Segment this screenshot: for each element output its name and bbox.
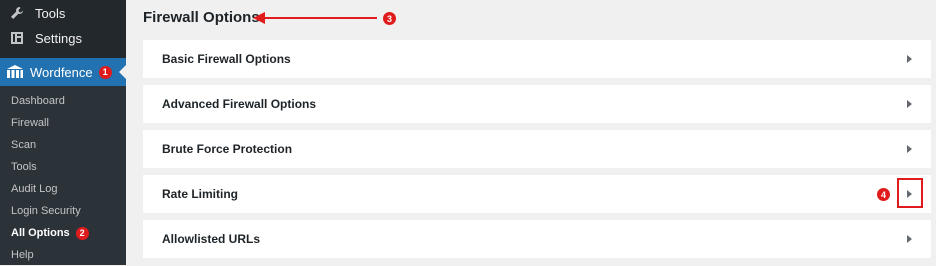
submenu-audit-log[interactable]: Audit Log [0, 178, 126, 200]
sidebar-item-label: Settings [35, 30, 82, 46]
panel-title: Brute Force Protection [162, 142, 293, 156]
sidebar-item-label: Wordfence [30, 64, 93, 80]
sidebar-item-wordfence[interactable]: Wordfence 1 [0, 58, 126, 86]
submenu-dashboard[interactable]: Dashboard [0, 90, 126, 112]
submenu-login-security[interactable]: Login Security [0, 200, 126, 222]
admin-sidebar: Tools Settings Wordfence 1 Dashboard Fir… [0, 0, 126, 265]
submenu-label: Audit Log [11, 183, 58, 195]
annotation-badge: 2 [75, 226, 89, 240]
caret-right-icon[interactable] [907, 235, 912, 243]
sidebar-item-settings[interactable]: Settings [0, 25, 126, 51]
wordfence-icon [6, 65, 24, 79]
wrench-icon [9, 5, 25, 21]
submenu-label: Dashboard [11, 95, 65, 107]
submenu-scan[interactable]: Scan [0, 134, 126, 156]
panel-title: Advanced Firewall Options [162, 97, 317, 111]
annotation-arrow-icon [253, 12, 377, 24]
panel-title: Allowlisted URLs [162, 232, 261, 246]
panel-rate-limiting[interactable]: Rate Limiting [143, 175, 931, 213]
annotation-highlight-box [897, 178, 923, 208]
submenu-label: Help [11, 249, 34, 261]
submenu-tools[interactable]: Tools [0, 156, 126, 178]
caret-right-icon[interactable] [907, 145, 912, 153]
panel-allowlisted-urls[interactable]: Allowlisted URLs [143, 220, 931, 258]
submenu-label: Tools [11, 161, 37, 173]
panel-brute-force-protection[interactable]: Brute Force Protection [143, 130, 931, 168]
caret-right-icon[interactable] [907, 100, 912, 108]
sidebar-item-label: Tools [35, 5, 66, 21]
wordfence-submenu: Dashboard Firewall Scan Tools Audit Log … [0, 86, 126, 265]
active-menu-notch [119, 65, 126, 79]
submenu-label: Firewall [11, 117, 49, 129]
submenu-label: Scan [11, 139, 37, 151]
sidebar-item-tools[interactable]: Tools [0, 0, 126, 26]
submenu-label: Login Security [11, 205, 81, 217]
settings-icon [9, 30, 25, 46]
caret-right-icon[interactable] [907, 55, 912, 63]
panel-advanced-firewall-options[interactable]: Advanced Firewall Options [143, 85, 931, 123]
annotation-badge: 3 [383, 12, 396, 25]
submenu-all-options[interactable]: All Options 2 [0, 222, 126, 244]
page-title: Firewall Options [143, 9, 260, 26]
annotation-badge: 1 [98, 65, 112, 79]
panel-title: Rate Limiting [162, 187, 239, 201]
annotation-badge: 4 [877, 188, 890, 201]
submenu-firewall[interactable]: Firewall [0, 112, 126, 134]
submenu-label: All Options [11, 227, 70, 239]
panel-title: Basic Firewall Options [162, 52, 291, 66]
submenu-help[interactable]: Help [0, 244, 126, 266]
panel-basic-firewall-options[interactable]: Basic Firewall Options [143, 40, 931, 78]
